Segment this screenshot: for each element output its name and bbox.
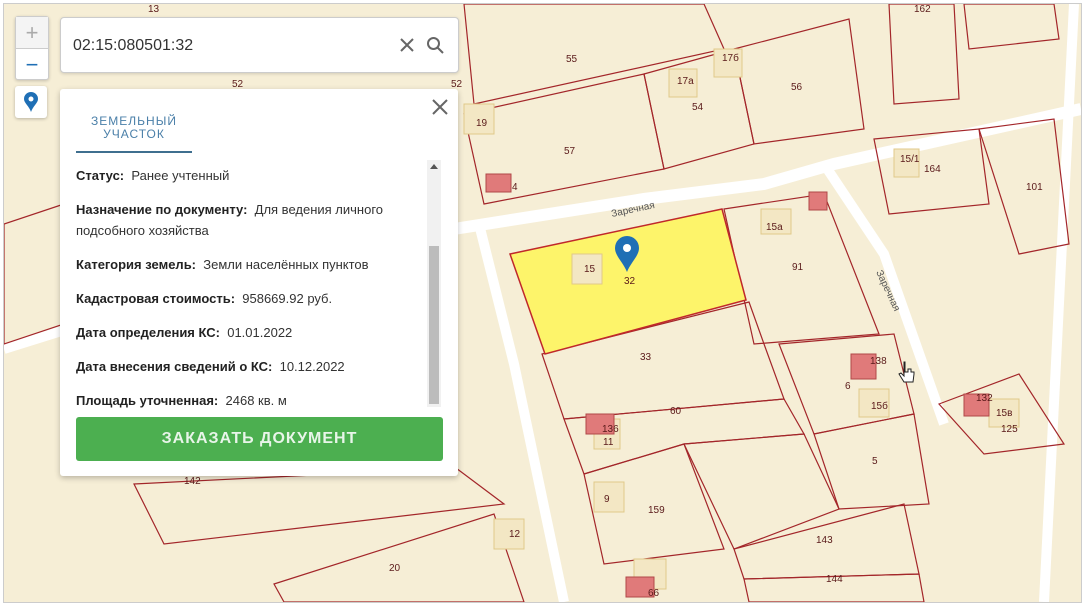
locate-button[interactable] bbox=[15, 86, 47, 118]
field-label: Кадастровая стоимость: bbox=[76, 291, 236, 306]
field-value: 01.01.2022 bbox=[227, 325, 293, 340]
parcel-number-label: 12 bbox=[509, 529, 521, 540]
parcel-number-label: 5 bbox=[872, 456, 878, 467]
parcel-number-label: 57 bbox=[564, 146, 576, 157]
parcel-number-label: 101 bbox=[1026, 182, 1043, 193]
order-document-button[interactable]: ЗАКАЗАТЬ ДОКУМЕНТ bbox=[76, 417, 443, 461]
parcel-number-label: 132 bbox=[976, 393, 993, 404]
tab-label: УЧАСТОК bbox=[103, 127, 165, 141]
field-label: Назначение по документу: bbox=[76, 202, 248, 217]
parcel-number-label: 19 bbox=[476, 118, 488, 129]
parcel-number-label: 20 bbox=[389, 563, 401, 574]
parcel-number-label: 66 bbox=[648, 588, 660, 599]
field-label: Площадь уточненная: bbox=[76, 393, 219, 408]
parcel-number-label: 15/1 bbox=[900, 154, 920, 165]
field-label: Категория земель: bbox=[76, 257, 197, 272]
parcel-number-label: 56 bbox=[791, 82, 803, 93]
field-value: Ранее учтенный bbox=[131, 168, 230, 183]
map-pin-icon bbox=[24, 92, 38, 112]
parcel-number-label: 17б bbox=[722, 52, 739, 64]
parcel-number-label: 4 bbox=[512, 182, 518, 193]
search-button[interactable] bbox=[423, 33, 447, 57]
parcel-number-label: 11 bbox=[603, 437, 614, 448]
field-value: 958669.92 руб. bbox=[242, 291, 333, 306]
field-row: Статус: Ранее учтенный bbox=[76, 165, 416, 186]
field-row: Кадастровая стоимость: 958669.92 руб. bbox=[76, 288, 416, 309]
parcel-number-label: 54 bbox=[692, 102, 704, 113]
parcel-number-label: 15а bbox=[766, 222, 783, 233]
field-row: Дата определения КС: 01.01.2022 bbox=[76, 322, 416, 343]
zoom-out-button[interactable]: − bbox=[16, 49, 48, 80]
parcel-number-label: 33 bbox=[640, 352, 652, 363]
field-label: Дата внесения сведений о КС: bbox=[76, 359, 273, 374]
plot-details: Статус: Ранее учтенный Назначение по доку… bbox=[76, 165, 416, 424]
close-panel-button[interactable] bbox=[430, 97, 450, 117]
clear-search-button[interactable] bbox=[395, 33, 419, 57]
buildings-red bbox=[485, 173, 990, 598]
search-icon bbox=[427, 37, 444, 54]
field-value: 10.12.2022 bbox=[279, 359, 345, 374]
tab-land-plot[interactable]: ЗЕМЕЛЬНЫЙ УЧАСТОК bbox=[76, 115, 192, 153]
parcel-number-label: 164 bbox=[924, 164, 941, 175]
search-box bbox=[60, 17, 459, 73]
info-panel: ЗЕМЕЛЬНЫЙ УЧАСТОК Статус: Ранее учтенный… bbox=[60, 89, 458, 476]
field-value: Земли населённых пунктов bbox=[203, 257, 369, 272]
scroll-up-arrow-icon[interactable] bbox=[430, 164, 438, 169]
parcel-number-label: 15в bbox=[996, 408, 1012, 419]
search-input[interactable] bbox=[71, 32, 385, 60]
parcel-number-label: 162 bbox=[914, 4, 931, 15]
parcel-number-label: 15 bbox=[584, 264, 596, 275]
parcel-number-label: 55 bbox=[566, 54, 578, 65]
parcel-number-label: 136 bbox=[602, 424, 619, 435]
scrollbar[interactable] bbox=[427, 160, 441, 407]
road bbox=[1039, 4, 1079, 602]
field-row: Дата внесения сведений о КС: 10.12.2022 bbox=[76, 356, 416, 377]
parcel-number-label: 143 bbox=[816, 535, 833, 546]
parcel-number-label: 60 bbox=[670, 406, 682, 417]
field-label: Дата определения КС: bbox=[76, 325, 220, 340]
parcel-number-label: 159 bbox=[648, 505, 665, 516]
parcel-number-label: 138 bbox=[870, 356, 887, 367]
parcel-number-label: 9 bbox=[604, 494, 610, 505]
parcel-number-label: 144 bbox=[826, 574, 843, 585]
parcel-number-label: 32 bbox=[624, 276, 636, 287]
close-icon bbox=[432, 99, 448, 115]
field-value: 2468 кв. м bbox=[225, 393, 287, 408]
close-icon bbox=[400, 38, 414, 52]
zoom-control: + − bbox=[15, 16, 49, 80]
field-row: Категория земель: Земли населённых пункт… bbox=[76, 254, 416, 275]
parcel-number-label: 142 bbox=[184, 476, 201, 487]
parcel-number-label: 17а bbox=[677, 76, 694, 87]
parcel-number-label: 91 bbox=[792, 262, 804, 273]
zoom-in-button[interactable]: + bbox=[16, 17, 48, 49]
parcel-number-label: 15б bbox=[871, 400, 888, 412]
parcel-number-label: 6 bbox=[845, 381, 851, 392]
field-label: Статус: bbox=[76, 168, 125, 183]
parcel-number-label: 13 bbox=[148, 4, 160, 15]
scrollbar-thumb[interactable] bbox=[429, 246, 439, 404]
parcel-number-label: 125 bbox=[1001, 424, 1018, 435]
field-row: Назначение по документу: Для ведения лич… bbox=[76, 199, 416, 241]
field-row: Площадь уточненная: 2468 кв. м bbox=[76, 390, 416, 411]
